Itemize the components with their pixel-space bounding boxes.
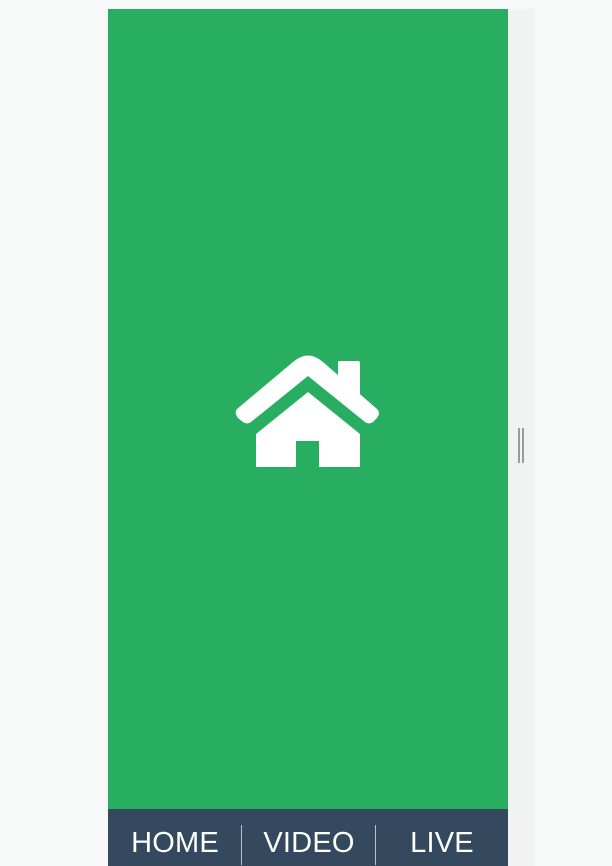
mobile-app-preview: HOME VIDEO LIVE — [108, 9, 508, 866]
bottom-tab-bar: HOME VIDEO LIVE — [108, 809, 508, 866]
tab-home[interactable]: HOME — [108, 809, 242, 866]
drag-handle-line — [522, 428, 524, 463]
tab-divider — [375, 825, 376, 865]
tab-video[interactable]: VIDEO — [242, 809, 376, 866]
tab-home-label: HOME — [131, 827, 219, 859]
home-content-panel — [108, 9, 508, 809]
tab-live-label: LIVE — [410, 827, 474, 859]
drag-handle-line — [518, 428, 520, 463]
preview-page: HOME VIDEO LIVE — [0, 0, 612, 866]
tab-video-label: VIDEO — [263, 827, 355, 859]
drag-handle-icon[interactable] — [517, 428, 526, 463]
home-icon — [235, 355, 379, 467]
tab-live[interactable]: LIVE — [376, 809, 508, 866]
tab-divider — [241, 825, 242, 865]
